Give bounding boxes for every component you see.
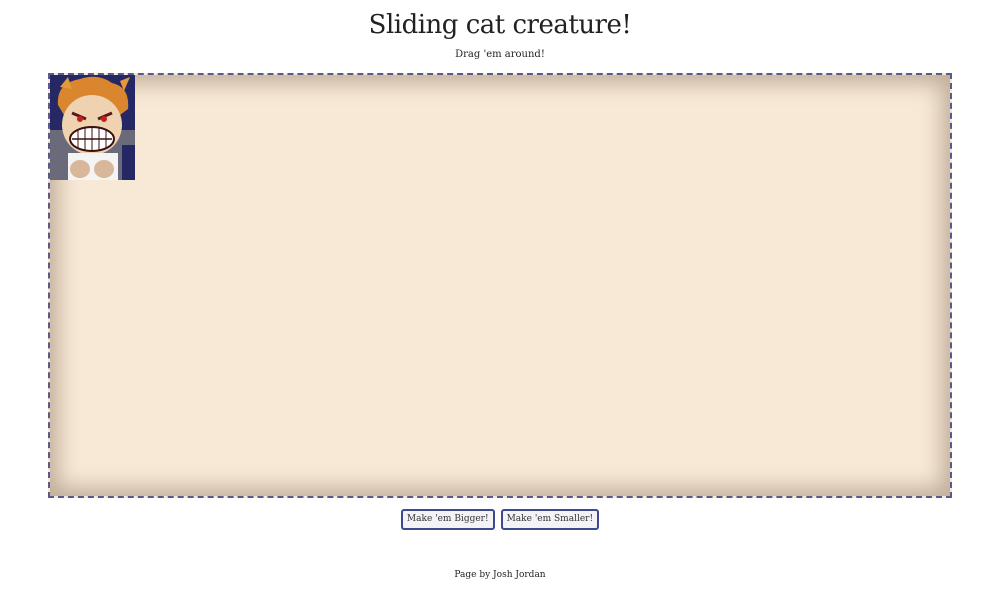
page-credit: Page by Josh Jordan bbox=[454, 570, 546, 580]
cat-creature-sprite[interactable] bbox=[50, 75, 135, 180]
page-title: Sliding cat creature! bbox=[368, 10, 632, 40]
make-bigger-button[interactable]: Make 'em Bigger! bbox=[400, 509, 495, 530]
cat-creature-image bbox=[50, 75, 135, 180]
page-subtitle: Drag 'em around! bbox=[455, 49, 545, 60]
make-smaller-button[interactable]: Make 'em Smaller! bbox=[500, 509, 600, 530]
size-controls: Make 'em Bigger! Make 'em Smaller! bbox=[0, 509, 1000, 530]
drag-arena[interactable] bbox=[48, 73, 952, 498]
page: Sliding cat creature! Drag 'em around! M… bbox=[0, 0, 1000, 602]
